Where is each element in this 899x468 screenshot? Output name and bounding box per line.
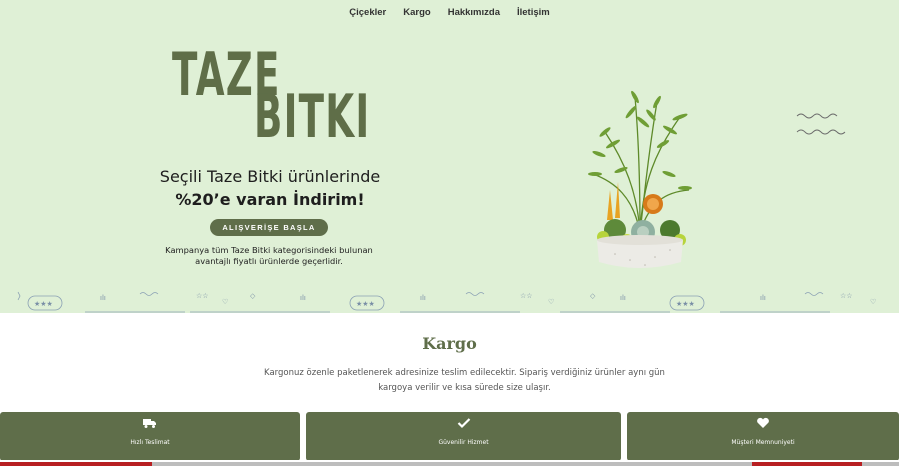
feature-cards: Hızlı Teslimat Güvenilir Hizmet Müşteri …: [0, 412, 899, 461]
wave-decoration: [796, 113, 846, 135]
hero-title-line2: BITKI: [254, 82, 371, 152]
kargo-description: Kargonuz özenle paketlenerek adresinize …: [264, 368, 665, 394]
feature-card-customer-satisfaction[interactable]: Müşteri Memnuniyeti: [627, 412, 899, 461]
svg-text:♡: ♡: [222, 298, 228, 306]
hero-banner: TAZE BITKI Seçili Taze Bitki ürünlerinde…: [0, 0, 899, 313]
feature-card-fast-delivery[interactable]: Hızlı Teslimat: [0, 412, 300, 461]
svg-text:◇: ◇: [590, 292, 596, 300]
svg-text:ılı: ılı: [100, 294, 106, 302]
svg-text:ılı: ılı: [300, 294, 306, 302]
feature-card-reliable-service[interactable]: Güvenilir Hizmet: [306, 412, 621, 461]
svg-text:ılı: ılı: [420, 294, 426, 302]
nav-item-kargo[interactable]: Kargo: [403, 7, 430, 18]
svg-text:★★★: ★★★: [676, 300, 695, 308]
svg-text:ılı: ılı: [760, 294, 766, 302]
kargo-section: Kargo Kargonuz özenle paketlenerek adres…: [0, 313, 899, 468]
nav-item-cicekler[interactable]: Çiçekler: [349, 7, 386, 18]
svg-text:☆☆: ☆☆: [196, 292, 209, 300]
svg-text:★★★: ★★★: [356, 300, 375, 308]
svg-text:☆☆: ☆☆: [520, 292, 533, 300]
kargo-title: Kargo: [422, 334, 477, 353]
check-icon: [457, 418, 470, 429]
feature-label: Hızlı Teslimat: [130, 439, 170, 446]
plant-pot-image: [588, 90, 692, 268]
campaign-note: Kampanya tüm Taze Bitki kategorisindeki …: [165, 245, 373, 267]
heart-icon: [757, 417, 769, 428]
svg-text:☆☆: ☆☆: [840, 292, 853, 300]
nav-item-hakkimizda[interactable]: Hakkımızda: [448, 7, 500, 18]
feature-label: Müşteri Memnuniyeti: [731, 439, 795, 446]
hero-subtitle-line1: Seçili Taze Bitki ürünlerinde: [159, 167, 381, 186]
svg-text:★★★: ★★★: [34, 300, 53, 308]
hero-subtitle-line2: %20’e varan İndirim!: [175, 190, 365, 209]
truck-icon: [143, 419, 156, 428]
nav-item-iletisim[interactable]: İletişim: [517, 7, 550, 18]
svg-text:♡: ♡: [548, 298, 554, 306]
svg-text:ılı: ılı: [620, 294, 626, 302]
shop-now-button[interactable]: ALIŞVERİŞE BAŞLA: [210, 219, 328, 236]
svg-text:◇: ◇: [250, 292, 256, 300]
svg-text:♡: ♡: [870, 298, 876, 306]
doodle-border-decoration: ★★★ ★★★ ★★★ ☆☆ ☆☆ ☆☆ ılı ılı ılı ılı ılı…: [17, 291, 876, 313]
feature-label: Güvenilir Hizmet: [438, 439, 489, 446]
bottom-bar: [0, 460, 899, 468]
top-nav: Çiçekler Kargo Hakkımızda İletişim: [0, 0, 899, 24]
